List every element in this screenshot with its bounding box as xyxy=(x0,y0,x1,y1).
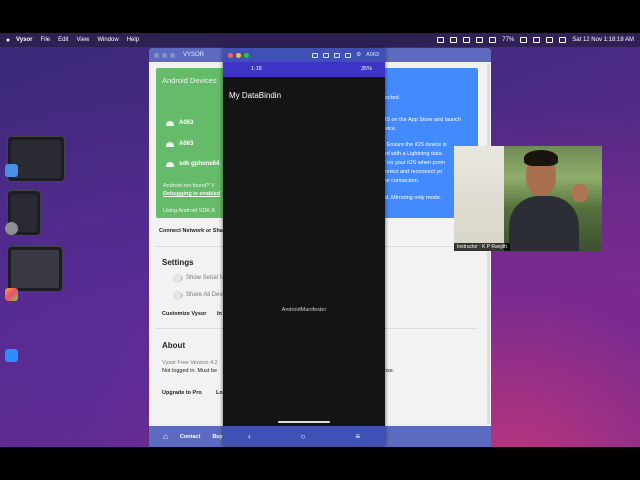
instructor-hair xyxy=(524,150,558,166)
ios-info-line: ed. Mirroring only mode. xyxy=(382,195,442,201)
menu-window[interactable]: Window xyxy=(97,37,118,43)
maximize-icon[interactable] xyxy=(244,52,249,58)
ios-info-line: the connection. xyxy=(382,178,420,184)
share-devices-toggle[interactable] xyxy=(174,292,183,299)
show-serial-label: Show Serial N xyxy=(186,275,225,281)
login-status-text: Not logged in. Must be xyxy=(162,368,218,374)
home-icon[interactable]: ⌂ xyxy=(163,432,168,441)
webcam-overlay: Instructor : K P Ranjith xyxy=(454,146,602,251)
pin-icon[interactable] xyxy=(334,52,341,58)
ios-info-line: onnect and reconnect yo xyxy=(382,169,443,175)
android-sdk-text: Using Android SDK A xyxy=(163,208,215,214)
phone-mirror-window: ⚙ A063 1:18 35% My DataBindin AndroidMan… xyxy=(223,48,385,446)
battery-icon[interactable] xyxy=(520,37,528,43)
instructor-hand xyxy=(572,184,588,202)
letterbox-top xyxy=(0,0,640,33)
device-name: sdk gphone64 xyxy=(179,161,220,167)
menu-help[interactable]: Help xyxy=(127,37,139,43)
status-icon[interactable] xyxy=(476,37,484,43)
android-status-bar: 1:18 35% xyxy=(223,62,385,77)
settings-icon[interactable] xyxy=(5,222,18,235)
close-icon[interactable] xyxy=(154,52,159,58)
android-icon xyxy=(166,120,174,126)
show-serial-toggle[interactable] xyxy=(174,275,183,282)
status-battery: 35% xyxy=(360,66,372,72)
finder-icon[interactable] xyxy=(5,164,18,177)
maximize-icon[interactable] xyxy=(170,52,175,58)
recents-icon[interactable]: ≡ xyxy=(355,432,360,441)
device-row[interactable]: A063 xyxy=(166,141,193,147)
menu-file[interactable]: File xyxy=(40,37,50,43)
customize-vysor-link[interactable]: Customize Vysor xyxy=(162,311,206,317)
menu-edit[interactable]: Edit xyxy=(58,37,68,43)
status-icon[interactable] xyxy=(437,37,445,43)
minimize-icon[interactable] xyxy=(162,52,167,58)
search-icon[interactable] xyxy=(546,37,554,43)
settings-header: Settings xyxy=(162,258,194,267)
menu-view[interactable]: View xyxy=(76,37,89,43)
version-text: Vysor Free Version 4.2 xyxy=(162,360,218,366)
center-label: AndroidManifester xyxy=(281,307,327,313)
device-name: A063 xyxy=(179,120,194,126)
upgrade-to-pro-button[interactable]: Upgrade to Pro xyxy=(162,390,202,396)
apple-icon[interactable]: ● xyxy=(0,37,16,44)
photos-icon[interactable] xyxy=(5,288,18,301)
ios-info-line: ted with a Lightning data xyxy=(382,151,442,157)
buy-link[interactable]: Buy xyxy=(212,434,222,440)
home-circle-icon[interactable]: ○ xyxy=(301,432,306,441)
phone-titlebar[interactable]: ⚙ A063 xyxy=(223,48,385,62)
app-content[interactable] xyxy=(223,77,385,427)
login-button[interactable]: Lo xyxy=(216,390,223,396)
debugging-link[interactable]: Debugging is enabled xyxy=(163,191,220,197)
zoom-icon[interactable] xyxy=(5,349,18,362)
gesture-bar[interactable] xyxy=(278,421,330,423)
menubar-status: 77% Sat 12 Nov 1:18:18 AM xyxy=(437,33,634,47)
phone-toolbar: ⚙ A063 xyxy=(312,48,379,62)
window-thumbnail[interactable] xyxy=(7,246,63,292)
webcam-background xyxy=(454,146,504,251)
app-title: My DataBindin xyxy=(229,91,282,100)
android-icon xyxy=(166,141,174,147)
ios-info-line: ? Ensure the iOS device is xyxy=(382,142,447,148)
screen: ● Vysor File Edit View Window Help 77% S… xyxy=(0,0,640,480)
device-row[interactable]: A063 xyxy=(166,120,193,126)
android-not-found-text: Android not found? V xyxy=(163,183,215,189)
about-header: About xyxy=(162,341,186,350)
status-icon[interactable] xyxy=(450,37,458,43)
android-devices-header: Android Devices xyxy=(162,76,217,85)
back-icon[interactable]: ‹ xyxy=(248,432,251,441)
minimize-icon[interactable] xyxy=(236,52,241,58)
record-icon[interactable] xyxy=(323,52,330,58)
wifi-icon[interactable] xyxy=(533,37,541,43)
instructor-body xyxy=(509,196,579,251)
control-center-icon[interactable] xyxy=(559,37,567,43)
letterbox-bottom xyxy=(0,447,640,480)
license-text: nse. xyxy=(384,368,395,374)
settings-gear-icon[interactable]: ⚙ xyxy=(356,52,361,58)
ios-info-line: OS on the App Store and launch xyxy=(382,117,461,123)
device-label: A063 xyxy=(366,52,379,58)
settings-extra-link[interactable]: In xyxy=(217,311,222,317)
menubar-clock[interactable]: Sat 12 Nov 1:18:18 AM xyxy=(572,37,634,43)
android-nav-bar: ‹ ○ ≡ xyxy=(223,426,385,446)
menu-bar: ● Vysor File Edit View Window Help 77% S… xyxy=(0,33,640,47)
connect-network-button[interactable]: Connect Network or Sha xyxy=(159,228,223,234)
device-row[interactable]: sdk gphone64 xyxy=(166,161,219,167)
contact-link[interactable]: Contact xyxy=(180,434,200,440)
battery-percent[interactable]: 77% xyxy=(502,37,514,43)
status-icon[interactable] xyxy=(489,37,497,43)
webcam-label: Instructor : K P Ranjith xyxy=(454,243,510,251)
menu-app-name[interactable]: Vysor xyxy=(16,37,32,43)
status-time: 1:18 xyxy=(251,66,262,72)
ios-info-line: r" on your iOS when prom xyxy=(382,160,446,166)
android-icon xyxy=(166,161,174,167)
screenshot-icon[interactable] xyxy=(312,52,319,58)
vysor-window-title: VYSOR xyxy=(183,52,205,58)
status-icon[interactable] xyxy=(463,37,471,43)
fullscreen-icon[interactable] xyxy=(345,52,352,58)
device-name: A063 xyxy=(179,141,194,147)
close-icon[interactable] xyxy=(228,52,233,58)
share-devices-label: Share All Devi xyxy=(186,292,224,298)
